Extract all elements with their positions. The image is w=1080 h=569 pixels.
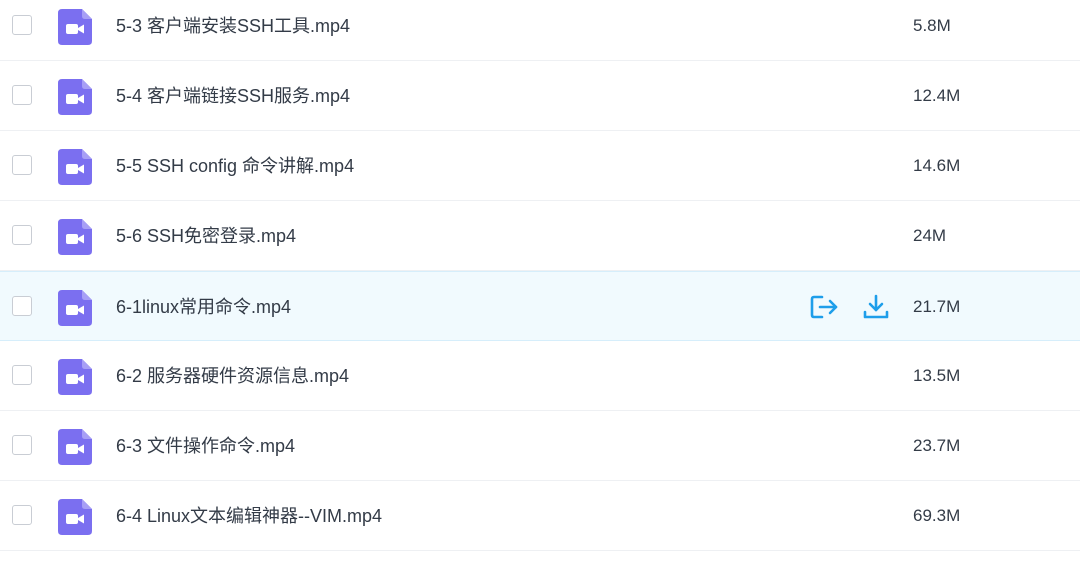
row-checkbox[interactable] bbox=[12, 505, 32, 525]
video-file-icon bbox=[58, 79, 92, 115]
file-size: 69.3M bbox=[913, 506, 961, 525]
video-file-icon bbox=[58, 219, 92, 255]
file-row[interactable]: 5-4 客户端链接SSH服务.mp4 12.4M bbox=[0, 61, 1080, 131]
file-name[interactable]: 5-3 客户端安装SSH工具.mp4 bbox=[116, 15, 350, 37]
file-name[interactable]: 5-4 客户端链接SSH服务.mp4 bbox=[116, 85, 350, 107]
row-checkbox[interactable] bbox=[12, 225, 32, 245]
file-size: 12.4M bbox=[913, 86, 961, 105]
video-file-icon bbox=[58, 359, 92, 395]
file-row-hovered[interactable]: 6-1linux常用命令.mp4 21.7M bbox=[0, 271, 1080, 341]
file-name[interactable]: 6-4 Linux文本编辑神器--VIM.mp4 bbox=[116, 505, 382, 527]
file-name[interactable]: 5-6 SSH免密登录.mp4 bbox=[116, 225, 296, 247]
file-list: 5-3 客户端安装SSH工具.mp4 5.8M 5-4 客户端链接SSH服务.m… bbox=[0, 0, 1080, 551]
file-name[interactable]: 6-1linux常用命令.mp4 bbox=[116, 296, 291, 318]
file-row[interactable]: 6-4 Linux文本编辑神器--VIM.mp4 69.3M bbox=[0, 481, 1080, 551]
file-name[interactable]: 6-3 文件操作命令.mp4 bbox=[116, 435, 295, 457]
file-name[interactable]: 5-5 SSH config 命令讲解.mp4 bbox=[116, 155, 354, 177]
row-checkbox[interactable] bbox=[12, 85, 32, 105]
download-button[interactable] bbox=[860, 292, 892, 322]
row-checkbox[interactable] bbox=[12, 296, 32, 316]
video-file-icon bbox=[58, 9, 92, 45]
file-row[interactable]: 5-5 SSH config 命令讲解.mp4 14.6M bbox=[0, 131, 1080, 201]
file-row[interactable]: 5-3 客户端安装SSH工具.mp4 5.8M bbox=[0, 0, 1080, 61]
row-checkbox[interactable] bbox=[12, 435, 32, 455]
share-button[interactable] bbox=[808, 292, 840, 322]
file-row[interactable]: 6-3 文件操作命令.mp4 23.7M bbox=[0, 411, 1080, 481]
row-checkbox[interactable] bbox=[12, 365, 32, 385]
download-icon bbox=[863, 294, 889, 319]
file-size: 21.7M bbox=[913, 297, 961, 316]
row-checkbox[interactable] bbox=[12, 15, 32, 35]
file-row[interactable]: 6-2 服务器硬件资源信息.mp4 13.5M bbox=[0, 341, 1080, 411]
file-row[interactable]: 5-6 SSH免密登录.mp4 24M bbox=[0, 201, 1080, 271]
video-file-icon bbox=[58, 149, 92, 185]
share-icon bbox=[810, 295, 838, 319]
file-size: 23.7M bbox=[913, 436, 961, 455]
video-file-icon bbox=[58, 429, 92, 465]
file-name[interactable]: 6-2 服务器硬件资源信息.mp4 bbox=[116, 365, 349, 387]
video-file-icon bbox=[58, 290, 92, 326]
file-size: 14.6M bbox=[913, 156, 961, 175]
file-size: 24M bbox=[913, 226, 947, 245]
file-size: 5.8M bbox=[913, 16, 951, 35]
row-checkbox[interactable] bbox=[12, 155, 32, 175]
video-file-icon bbox=[58, 499, 92, 535]
file-size: 13.5M bbox=[913, 366, 961, 385]
